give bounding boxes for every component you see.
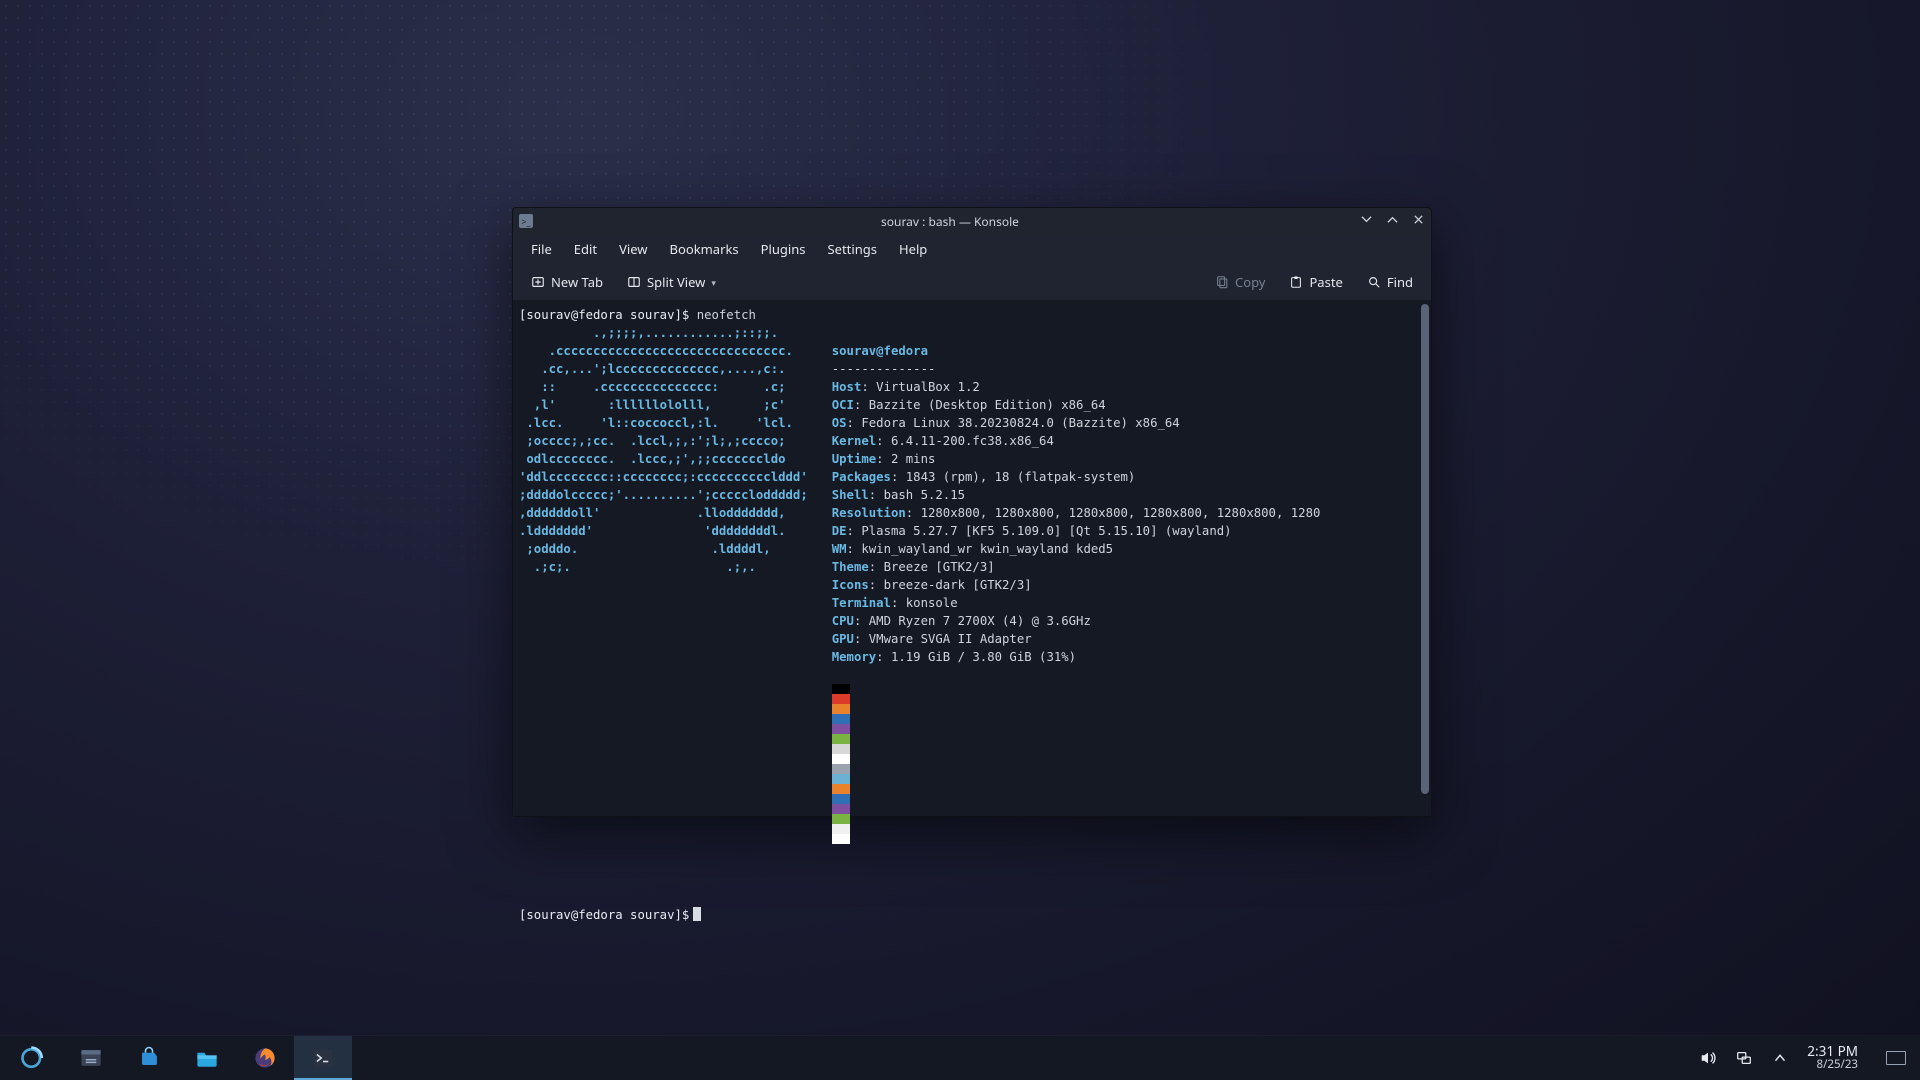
new-tab-label: New Tab [551,273,603,291]
terminal-cursor [693,907,701,921]
menu-file[interactable]: File [521,236,562,262]
clock[interactable]: 2:31 PM 8/25/23 [1807,1044,1858,1071]
maximize-button[interactable] [1385,214,1399,229]
neofetch-field: Uptime: 2 mins [832,450,1321,468]
taskbar-item-discover[interactable] [120,1036,178,1080]
new-tab-button[interactable]: New Tab [521,269,613,295]
neofetch-info-column: sourav@fedora --------------Host: Virtua… [832,324,1321,880]
window-title: sourav : bash — Konsole [541,213,1359,230]
menu-settings[interactable]: Settings [818,236,887,262]
taskbar: 2:31 PM 8/25/23 [0,1036,1920,1080]
neofetch-field: WM: kwin_wayland_wr kwin_wayland kded5 [832,540,1321,558]
neofetch-field: GPU: VMware SVGA II Adapter [832,630,1321,648]
menu-plugins[interactable]: Plugins [751,236,816,262]
neofetch-field: Packages: 1843 (rpm), 18 (flatpak-system… [832,468,1321,486]
konsole-window: >_ sourav : bash — Konsole File Edit Vie… [512,207,1432,817]
paste-button[interactable]: Paste [1279,269,1352,295]
neofetch-field: Icons: breeze-dark [GTK2/3] [832,576,1321,594]
menu-edit[interactable]: Edit [564,236,607,262]
network-icon[interactable] [1735,1049,1753,1067]
copy-label: Copy [1235,273,1265,291]
clock-date: 8/25/23 [1807,1059,1858,1072]
close-button[interactable] [1411,214,1425,229]
terminal-scrollbar[interactable] [1421,304,1429,794]
tool-bar: New Tab Split View ▾ Copy Paste Find [513,264,1431,300]
terminal-viewport[interactable]: [sourav@fedora sourav]$ neofetch .,;;;;,… [513,300,1431,816]
split-view-label: Split View [647,273,705,291]
window-titlebar[interactable]: >_ sourav : bash — Konsole [513,208,1431,234]
find-label: Find [1387,273,1413,291]
neofetch-field: Memory: 1.19 GiB / 3.80 GiB (31%) [832,648,1321,666]
copy-button[interactable]: Copy [1205,269,1275,295]
menu-bookmarks[interactable]: Bookmarks [660,236,749,262]
menu-view[interactable]: View [609,236,657,262]
taskbar-item-konsole[interactable] [294,1036,352,1080]
neofetch-field: Resolution: 1280x800, 1280x800, 1280x800… [832,504,1321,522]
neofetch-field: Shell: bash 5.2.15 [832,486,1321,504]
taskbar-item-dolphin[interactable] [178,1036,236,1080]
app-launcher-button[interactable] [4,1036,62,1080]
split-view-button[interactable]: Split View ▾ [617,269,726,295]
neofetch-ascii-logo: .,;;;;,............;::;;. .ccccccccccccc… [519,324,808,880]
neofetch-field: Theme: Breeze [GTK2/3] [832,558,1321,576]
neofetch-field: Kernel: 6.4.11-200.fc38.x86_64 [832,432,1321,450]
terminal-icon: >_ [519,214,533,228]
taskbar-item-firefox[interactable] [236,1036,294,1080]
volume-icon[interactable] [1699,1049,1717,1067]
chevron-down-icon: ▾ [711,276,716,289]
tray-expand-icon[interactable] [1771,1049,1789,1067]
paste-label: Paste [1309,273,1342,291]
color-palette [832,684,1321,844]
menu-help[interactable]: Help [889,236,937,262]
neofetch-field: OCI: Bazzite (Desktop Edition) x86_64 [832,396,1321,414]
system-tray: 2:31 PM 8/25/23 [1699,1044,1912,1071]
neofetch-field: OS: Fedora Linux 38.20230824.0 (Bazzite)… [832,414,1321,432]
menu-bar: File Edit View Bookmarks Plugins Setting… [513,234,1431,264]
neofetch-field: Host: VirtualBox 1.2 [832,378,1321,396]
find-button[interactable]: Find [1357,269,1423,295]
taskbar-item-system-settings[interactable] [62,1036,120,1080]
neofetch-field: DE: Plasma 5.27.7 [KF5 5.109.0] [Qt 5.15… [832,522,1321,540]
neofetch-output: .,;;;;,............;::;;. .ccccccccccccc… [519,324,1431,880]
neofetch-field: Terminal: konsole [832,594,1321,612]
neofetch-field: CPU: AMD Ryzen 7 2700X (4) @ 3.6GHz [832,612,1321,630]
terminal-prompt-line: [sourav@fedora sourav]$ neofetch [519,306,1431,324]
terminal-prompt-line-2: [sourav@fedora sourav]$ [519,906,1431,924]
minimize-button[interactable] [1359,214,1373,229]
show-desktop-button[interactable] [1886,1051,1906,1065]
